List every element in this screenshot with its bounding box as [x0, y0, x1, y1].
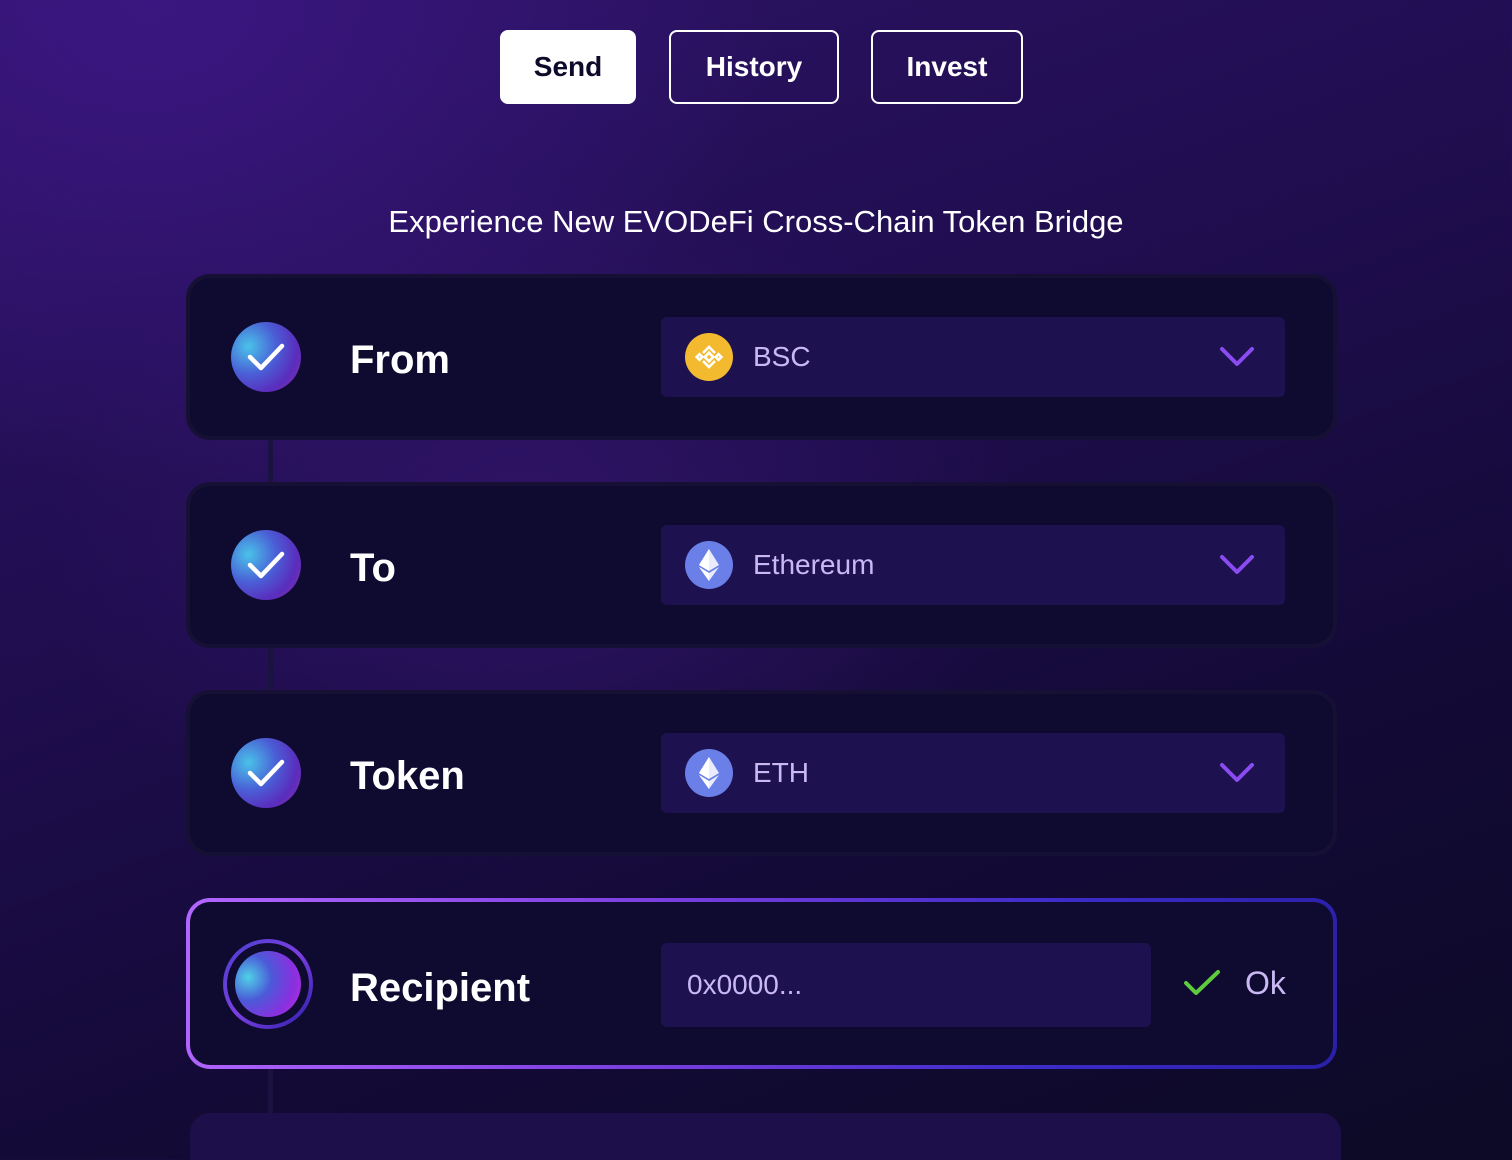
recipient-address-input[interactable] [661, 943, 1151, 1027]
step-label: From [350, 338, 450, 382]
step-token: Token ETH [186, 690, 1337, 856]
chevron-down-icon [1220, 347, 1254, 366]
step-label: Token [350, 754, 465, 798]
page-headline: Experience New EVODeFi Cross-Chain Token… [388, 204, 1124, 239]
tab-invest[interactable]: Invest [871, 30, 1023, 104]
step-recipient: Recipient Ok [186, 898, 1337, 1069]
step-complete-check-icon [231, 530, 301, 600]
timeline-connector [268, 648, 273, 690]
select-value: Ethereum [753, 549, 875, 580]
tab-history[interactable]: History [669, 30, 839, 104]
step-complete-check-icon [231, 738, 301, 808]
step-pending-orb-icon [235, 951, 301, 1017]
step-label: Recipient [350, 966, 531, 1010]
step-label: To [350, 546, 396, 590]
to-network-select[interactable]: Ethereum [661, 525, 1285, 605]
step-complete-check-icon [231, 322, 301, 392]
timeline-connector [268, 440, 273, 482]
step-pending-indicator [223, 939, 313, 1029]
ethereum-icon [685, 541, 733, 589]
timeline-connector [268, 1068, 273, 1113]
chevron-down-icon [1220, 763, 1254, 782]
select-value: ETH [753, 757, 809, 788]
confirm-ok-button[interactable]: Ok [1245, 964, 1286, 1002]
step-from: From BSC [186, 274, 1337, 440]
from-network-select[interactable]: BSC [661, 317, 1285, 397]
tab-send[interactable]: Send [500, 30, 636, 104]
check-icon [1184, 970, 1220, 995]
ethereum-icon [685, 749, 733, 797]
chevron-down-icon [1220, 555, 1254, 574]
bnb-coin-icon [685, 333, 733, 381]
select-value: BSC [753, 341, 811, 372]
step-next-card [190, 1113, 1341, 1160]
step-to: To Ethereum [186, 482, 1337, 648]
token-select[interactable]: ETH [661, 733, 1285, 813]
